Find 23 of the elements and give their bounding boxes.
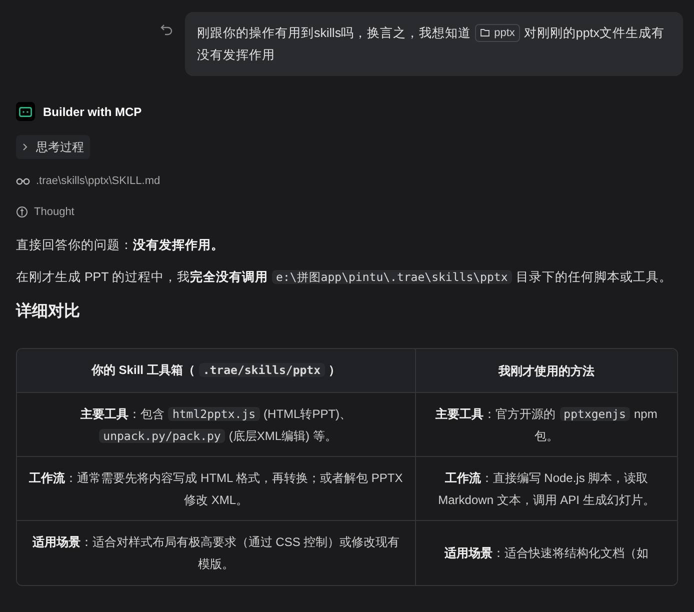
thinking-toggle[interactable]: 思考过程 (16, 135, 90, 159)
table-cell-text: 适用场景：适合快速将结构化文档（如 (444, 545, 648, 562)
step-label: .trae\skills\pptx\SKILL.md (36, 174, 160, 189)
user-message: 刚跟你的操作有用到skills吗，换言之，我想知道 pptx 对刚刚的pptx文件生成有没有发挥作用 (185, 12, 683, 76)
table-cell-text: 主要工具：包含 html2pptx.js (HTML转PPT)、 unpack.py/pack.py (底层XML编辑) 等。 (79, 406, 353, 444)
section-heading: 详细对比 (16, 301, 81, 322)
folder-icon (480, 28, 490, 37)
undo-icon[interactable] (160, 24, 173, 36)
agent-name: Builder with MCP (43, 104, 142, 120)
column-header: 我刚才使用的方法 (498, 362, 594, 380)
thought-icon (16, 206, 28, 218)
answer-paragraph: 在刚才生成 PPT 的过程中，我完全没有调用 e:\拼图app\pintu\.trae\skills\pptx 目录下的任何脚本或工具。 (16, 269, 673, 286)
glasses-icon (16, 177, 30, 186)
table-cell-text: 工作流：通常需要先将内容写成 HTML 格式，再转换；或者解包 PPTX 修改 XML。 (29, 470, 403, 508)
step-label: Thought (34, 204, 74, 220)
column-header: 你的 Skill 工具箱（ .trae/skills/pptx ） (91, 362, 341, 380)
chevron-icon (22, 143, 28, 151)
table-cell-text: 适用场景：适合对样式布局有极高要求（通过 CSS 控制）或修改现有模版。 (31, 534, 401, 573)
screen-icon (19, 106, 32, 116)
folder-chip[interactable]: pptx (475, 24, 520, 42)
answer-paragraph: 直接回答你的问题：没有发挥作用。 (16, 237, 225, 254)
table-cell-text: 工作流：直接编写 Node.js 脚本，读取 Markdown 文本，调用 API 生成幻灯片。 (437, 470, 656, 508)
table-cell-text: 主要工具：官方开源的 pptxgenjs npm 包。 (434, 406, 658, 444)
